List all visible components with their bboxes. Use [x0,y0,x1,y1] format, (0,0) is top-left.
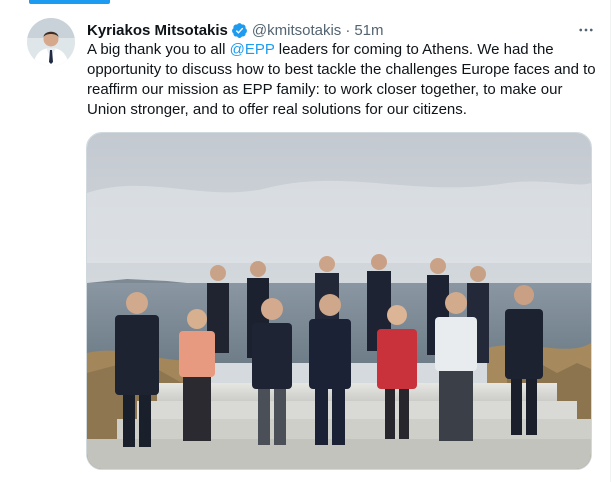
tweet-photo[interactable] [86,132,592,470]
tweet-timestamp[interactable]: 51m [354,22,383,39]
verified-badge-icon [231,22,248,39]
tweet-header: Kyriakos Mitsotakis @kmitsotakis · 51m [87,19,597,41]
avatar-image [27,18,75,66]
author-name[interactable]: Kyriakos Mitsotakis [87,22,228,39]
active-tab-indicator [29,0,110,4]
header-separator: · [345,21,351,39]
tweet-text-start: A big thank you to all [87,41,230,58]
author-handle[interactable]: @kmitsotakis [252,22,341,39]
more-horizontal-icon[interactable] [575,19,597,41]
author-avatar[interactable] [27,18,75,66]
group-photo-image [87,133,591,469]
mention-link[interactable]: @EPP [230,41,275,58]
tweet-text: A big thank you to all @EPP leaders for … [87,40,599,120]
